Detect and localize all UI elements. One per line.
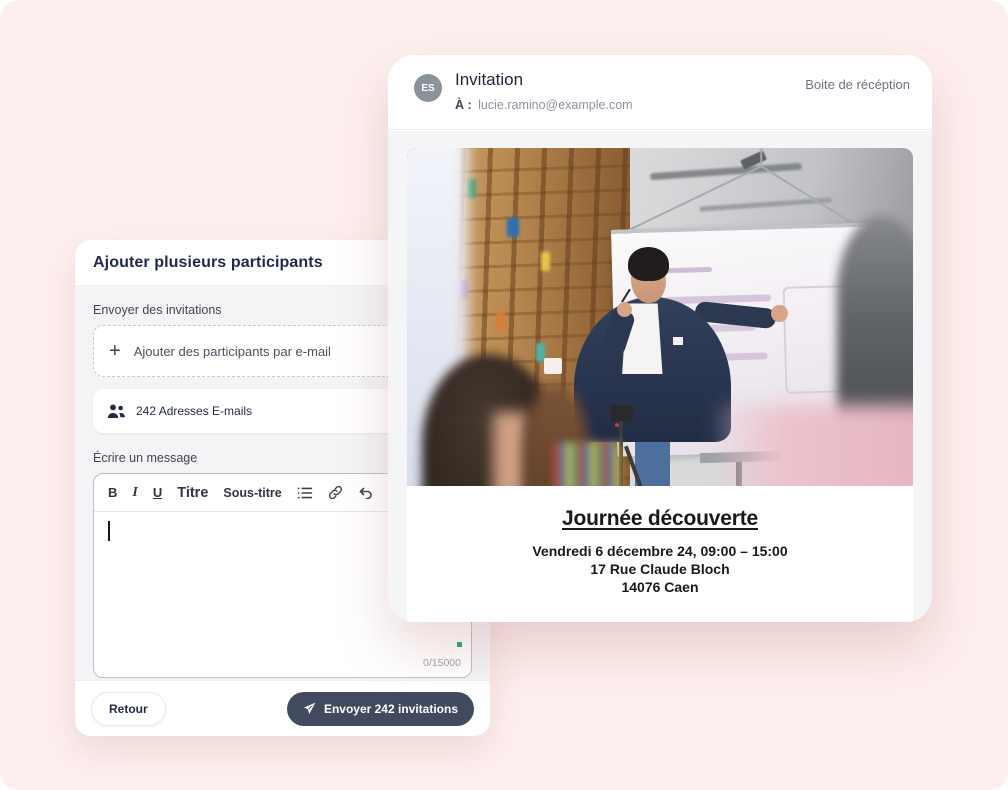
back-button[interactable]: Retour [91,692,166,726]
folder-label: Boite de récéption [805,77,910,92]
link-icon[interactable] [328,485,343,500]
avatar: ES [414,74,442,102]
event-schedule: Vendredi 6 décembre 24, 09:00 – 15:00 [407,542,913,560]
event-details: Journée découverte Vendredi 6 décembre 2… [407,486,913,622]
photo-presenter-hand [771,305,787,322]
add-participants-label: Ajouter des participants par e-mail [134,344,331,359]
send-button-label: Envoyer 242 invitations [324,702,458,716]
photo-foreground-shoulder [711,405,913,486]
send-invitations-button[interactable]: Envoyer 242 invitations [287,692,474,726]
users-icon [107,404,126,419]
recipient-prefix: À : [455,98,472,112]
text-cursor [108,521,110,541]
recipient-line: À : lucie.ramino@example.com [455,98,633,112]
send-icon [303,702,316,715]
resize-handle[interactable] [457,642,462,647]
card-footer: Retour Envoyer 242 invitations [75,680,490,736]
undo-icon[interactable] [358,486,373,499]
email-preview-card: ES Invitation À : lucie.ramino@example.c… [388,55,932,622]
email-body: Journée découverte Vendredi 6 décembre 2… [388,131,932,622]
photo-camera [610,405,632,421]
bullet-list-icon[interactable] [297,486,313,500]
recipient-email: lucie.ramino@example.com [478,98,632,112]
event-info: Vendredi 6 décembre 24, 09:00 – 15:00 17… [407,542,913,597]
email-subject: Invitation [455,70,633,90]
underline-button[interactable]: U [153,485,162,500]
app-background: Ajouter plusieurs participants Envoyer d… [0,0,1008,790]
italic-button[interactable]: I [132,485,137,501]
email-header: ES Invitation À : lucie.ramino@example.c… [388,55,932,130]
event-photo [407,148,913,486]
plus-icon: + [109,341,121,361]
addresses-count-label: 242 Adresses E-mails [136,404,252,418]
subtitle-format-button[interactable]: Sous-titre [223,486,281,500]
event-street: 17 Rue Claude Bloch [407,560,913,578]
page-title: Ajouter plusieurs participants [93,254,323,272]
photo-pocket-square [673,337,683,344]
email-titles: Invitation À : lucie.ramino@example.com [455,70,633,112]
event-city: 14076 Caen [407,578,913,596]
back-button-label: Retour [109,702,148,716]
title-format-button[interactable]: Titre [177,485,208,501]
photo-presenter-hair [628,247,669,281]
bold-button[interactable]: B [108,485,117,500]
char-counter: 0/15000 [423,657,461,669]
photo-foreground-books [554,442,620,486]
event-title: Journée découverte [407,507,913,531]
